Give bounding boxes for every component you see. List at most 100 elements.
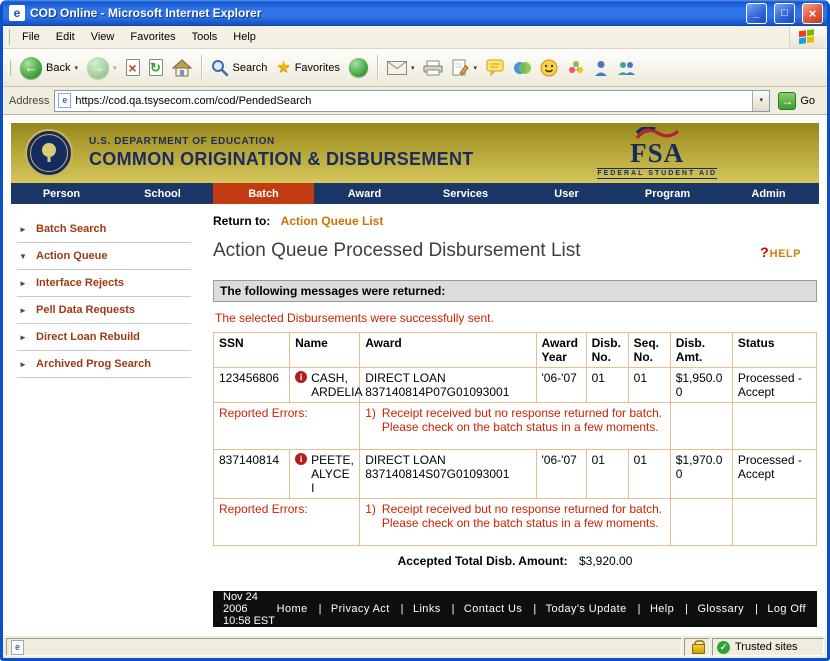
address-dropdown-icon[interactable]: ▾ — [752, 91, 769, 111]
toolbar-separator — [201, 55, 202, 81]
mail-dropdown-icon: ▾ — [411, 64, 415, 72]
total-cell: Accepted Total Disb. Amount: $3,920.00 — [214, 546, 817, 573]
back-dropdown-icon[interactable]: ▾ — [74, 64, 78, 72]
arrow-down-icon: ▼ — [19, 252, 29, 261]
edit-button[interactable]: ▾ — [448, 57, 481, 79]
footer-link-contact-us[interactable]: Contact Us — [442, 603, 524, 615]
print-button[interactable] — [419, 58, 447, 78]
footer-link-help[interactable]: Help — [628, 603, 676, 615]
home-button[interactable] — [168, 57, 196, 79]
footer-link-home[interactable]: Home — [276, 603, 309, 615]
media-icon — [349, 58, 368, 77]
content-area: ► Batch Search ▼ Action Queue ► Interfac… — [11, 204, 819, 627]
page-viewport: U.S. DEPARTMENT OF EDUCATION COMMON ORIG… — [3, 115, 827, 635]
nav-user[interactable]: User — [516, 183, 617, 204]
nav-person[interactable]: Person — [11, 183, 112, 204]
menu-tools[interactable]: Tools — [184, 27, 226, 47]
nav-school[interactable]: School — [112, 183, 213, 204]
action-queue-list-link[interactable]: Action Queue List — [281, 214, 384, 228]
toolbar-separator — [377, 55, 378, 81]
table-row: 123456806 i CASH, ARDELIA DIRECT LOAN 83… — [214, 368, 817, 403]
address-url[interactable]: https://cod.qa.tsysecom.com/cod/PendedSe… — [71, 95, 752, 107]
cell-award-year: '06-'07 — [536, 450, 586, 499]
menu-help[interactable]: Help — [225, 27, 264, 47]
nav-admin[interactable]: Admin — [718, 183, 819, 204]
error-text: Receipt received but no response returne… — [382, 502, 665, 530]
messenger-icon — [513, 60, 531, 76]
sidebar-item-direct-loan-rebuild[interactable]: ► Direct Loan Rebuild — [17, 324, 191, 351]
empty-cell — [732, 403, 816, 450]
window-title: COD Online - Microsoft Internet Explorer — [30, 6, 739, 20]
help-link[interactable]: ? HELP — [760, 244, 801, 260]
browser-window: e COD Online - Microsoft Internet Explor… — [0, 0, 830, 661]
media-button[interactable] — [345, 56, 372, 79]
col-ssn: SSN — [214, 333, 290, 368]
nav-services[interactable]: Services — [415, 183, 516, 204]
smiley-icon — [540, 59, 558, 77]
page-footer: Nov 24 2006 10:58 EST Home Privacy Act L… — [213, 591, 817, 627]
status-main-pane: e — [6, 638, 682, 656]
col-status: Status — [732, 333, 816, 368]
windows-logo-icon — [789, 26, 825, 48]
footer-link-log-off[interactable]: Log Off — [745, 603, 807, 615]
menu-favorites[interactable]: Favorites — [122, 27, 183, 47]
icq-button[interactable] — [563, 57, 589, 79]
favorites-button[interactable]: ★ Favorites — [272, 58, 344, 78]
community-button[interactable] — [613, 58, 641, 78]
sidebar-item-batch-search[interactable]: ► Batch Search — [17, 216, 191, 243]
footer-link-todays-update[interactable]: Today's Update — [523, 603, 627, 615]
nav-program[interactable]: Program — [617, 183, 718, 204]
minimize-button[interactable]: _ — [746, 3, 767, 24]
sidebar-item-action-queue[interactable]: ▼ Action Queue — [17, 243, 191, 270]
cell-disb-amt: $1,970.00 — [670, 450, 732, 499]
error-row: Reported Errors: 1) Receipt received but… — [214, 403, 817, 450]
toolbar-grip[interactable] — [7, 29, 10, 45]
close-button[interactable]: × — [802, 3, 823, 24]
reported-errors-label: Reported Errors: — [214, 403, 360, 450]
footer-link-links[interactable]: Links — [391, 603, 442, 615]
address-input[interactable]: e https://cod.qa.tsysecom.com/cod/Pended… — [54, 90, 770, 112]
standard-toolbar: ← Back ▾ → ▾ × ↻ Search ★ Favorites — [3, 49, 827, 87]
yahoo-messenger-button[interactable] — [536, 57, 562, 79]
forward-button[interactable]: → ▾ — [83, 55, 121, 81]
go-arrow-icon: → — [778, 92, 796, 110]
menu-view[interactable]: View — [83, 27, 123, 47]
col-name: Name — [290, 333, 360, 368]
discuss-button[interactable] — [482, 57, 508, 78]
sidebar-item-archived-prog-search[interactable]: ► Archived Prog Search — [17, 351, 191, 378]
main-panel: Return to: Action Queue List Action Queu… — [203, 204, 819, 627]
error-message-cell: 1) Receipt received but no response retu… — [360, 403, 670, 450]
go-button[interactable]: → Go — [775, 90, 821, 112]
footer-link-privacy-act[interactable]: Privacy Act — [309, 603, 391, 615]
info-icon[interactable]: i — [295, 371, 307, 383]
info-icon[interactable]: i — [295, 453, 307, 465]
maximize-button[interactable]: □ — [774, 3, 795, 24]
empty-cell — [670, 499, 732, 546]
mail-button[interactable]: ▾ — [383, 59, 419, 77]
nav-batch[interactable]: Batch — [213, 183, 314, 204]
sidebar-item-pell-data-requests[interactable]: ► Pell Data Requests — [17, 297, 191, 324]
toolbar-grip[interactable] — [8, 60, 11, 76]
back-button[interactable]: ← Back ▾ — [16, 55, 82, 81]
cell-seq-no: 01 — [628, 368, 670, 403]
footer-link-glossary[interactable]: Glossary — [675, 603, 745, 615]
page-icon: e — [58, 93, 71, 108]
status-bar: e ✓ Trusted sites — [3, 635, 827, 658]
refresh-button[interactable]: ↻ — [145, 57, 167, 78]
contact-button[interactable] — [590, 58, 612, 78]
flower-icon — [567, 59, 585, 77]
sidebar-item-interface-rejects[interactable]: ► Interface Rejects — [17, 270, 191, 297]
stop-button[interactable]: × — [122, 57, 144, 78]
menu-file[interactable]: File — [14, 27, 48, 47]
table-row: 837140814 i PEETE, ALYCE I DIRECT LOAN 8… — [214, 450, 817, 499]
search-button[interactable]: Search — [207, 57, 272, 79]
back-icon: ← — [20, 57, 42, 79]
cell-ssn: 123456806 — [214, 368, 290, 403]
nav-award[interactable]: Award — [314, 183, 415, 204]
trusted-sites-label: Trusted sites — [735, 641, 798, 653]
search-icon — [211, 59, 229, 77]
refresh-icon: ↻ — [149, 59, 163, 76]
messenger-button[interactable] — [509, 58, 535, 78]
menu-edit[interactable]: Edit — [48, 27, 83, 47]
address-label: Address — [7, 95, 49, 107]
